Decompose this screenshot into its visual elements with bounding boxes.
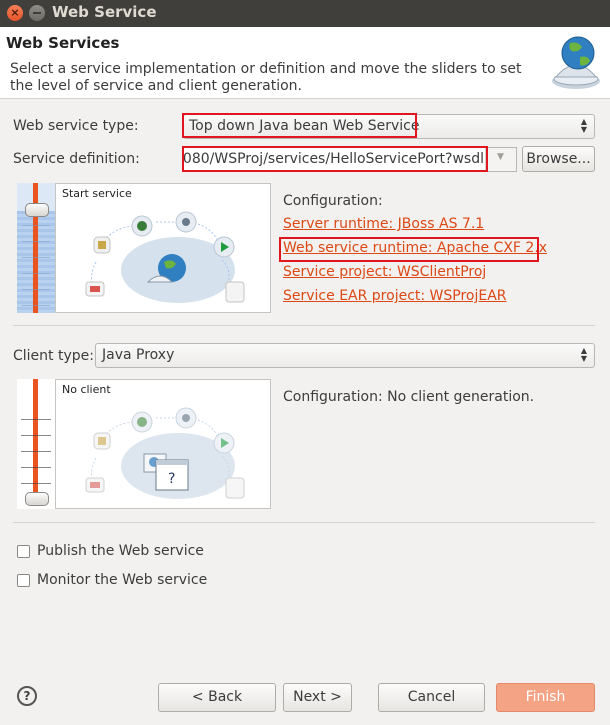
highlight-box <box>182 146 488 172</box>
slider-ticks <box>21 407 51 497</box>
definition-dropdown-button[interactable]: ▼ <box>485 148 516 171</box>
help-icon[interactable]: ? <box>17 686 37 706</box>
client-type-value: Java Proxy <box>102 347 175 363</box>
client-slider-label: No client <box>62 383 111 396</box>
finish-button[interactable]: Finish <box>496 683 595 712</box>
divider <box>13 522 595 523</box>
globe-wizard-icon <box>552 36 600 89</box>
web-service-type-label: Web service type: <box>13 118 139 134</box>
service-slider-label: Start service <box>62 187 132 200</box>
service-diagram-panel: Start service <box>55 183 271 313</box>
updown-arrow-icon: ▲ ▼ <box>580 346 587 363</box>
window-title: Web Service <box>52 3 157 21</box>
publish-service-checkbox[interactable] <box>17 545 30 558</box>
next-button[interactable]: Next > <box>283 683 352 712</box>
service-slider[interactable] <box>17 183 55 313</box>
slider-ticks <box>22 213 50 313</box>
monitor-service-checkbox[interactable] <box>17 574 30 587</box>
cancel-button[interactable]: Cancel <box>378 683 485 712</box>
client-slider[interactable] <box>17 379 55 509</box>
browse-button[interactable]: Browse... <box>522 146 595 172</box>
minimize-window-button[interactable] <box>29 5 45 21</box>
back-button[interactable]: < Back <box>158 683 276 712</box>
publish-service-label[interactable]: Publish the Web service <box>37 543 204 559</box>
service-lifecycle-diagram <box>85 211 245 303</box>
service-project-link[interactable]: Service project: WSClientProj <box>283 264 486 280</box>
client-type-label: Client type: <box>13 348 94 364</box>
monitor-service-label[interactable]: Monitor the Web service <box>37 572 207 588</box>
server-runtime-link[interactable]: Server runtime: JBoss AS 7.1 <box>283 216 484 232</box>
chevron-down-icon: ▼ <box>497 152 504 162</box>
client-slider-thumb[interactable] <box>25 492 49 506</box>
divider <box>13 325 595 326</box>
client-type-select[interactable]: Java Proxy ▲ ▼ <box>95 343 595 368</box>
service-definition-label: Service definition: <box>13 151 140 167</box>
service-ear-project-link[interactable]: Service EAR project: WSProjEAR <box>283 288 507 304</box>
close-window-button[interactable]: × <box>7 5 23 21</box>
client-configuration-text: Configuration: No client generation. <box>283 389 535 405</box>
updown-arrow-icon: ▲ ▼ <box>580 117 587 134</box>
service-configuration-heading: Configuration: <box>283 193 383 209</box>
highlight-box <box>279 237 539 262</box>
client-diagram-panel: No client ? <box>55 379 271 509</box>
svg-text:?: ? <box>168 471 175 487</box>
page-title: Web Services <box>6 34 120 52</box>
client-lifecycle-diagram: ? <box>85 407 245 499</box>
page-description: Select a service implementation or defin… <box>10 61 522 94</box>
highlight-box <box>182 113 417 138</box>
